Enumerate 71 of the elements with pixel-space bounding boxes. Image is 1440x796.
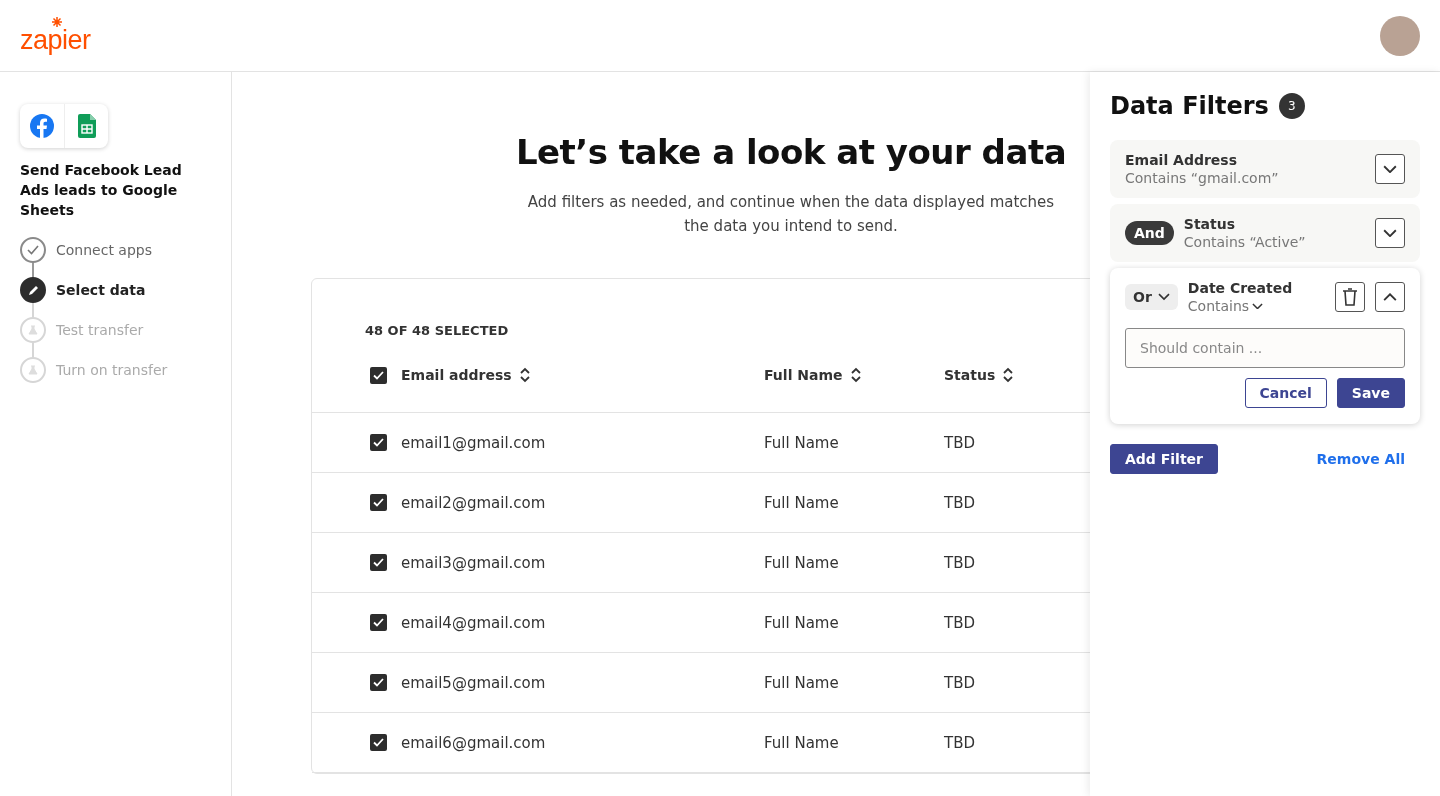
expand-button[interactable] [1375,154,1405,184]
expand-button[interactable] [1375,218,1405,248]
filter-condition: Contains “Active” [1183,234,1307,250]
checkmark-icon [373,558,384,567]
table-cell: Full Name [764,613,839,632]
checkmark-icon [373,498,384,507]
column-header[interactable]: Full Name [764,367,843,383]
spreadsheet-icon [77,114,96,138]
facebook-icon [30,114,54,138]
table-cell: email2@gmail.com [401,493,546,512]
table-cell: email3@gmail.com [401,553,546,572]
step-label[interactable]: Connect apps [56,242,152,258]
step-label[interactable]: Select data [56,282,146,298]
chevron-down-icon [1383,228,1397,238]
checkmark-icon [373,438,384,447]
workflow-title: Send Facebook Lead Ads leads to Google Sheets [20,161,183,220]
table-cell: TBD [944,673,975,692]
filter-condition: Contains “gmail.com” [1125,170,1280,186]
table-cell: email5@gmail.com [401,673,546,692]
row-checkbox[interactable] [370,494,387,511]
filter-field: Email Address [1125,152,1365,168]
panel-title: Data Filters [1110,92,1269,120]
trash-icon [1342,288,1358,306]
filter-field: Date Created [1187,280,1325,296]
table-cell: TBD [944,613,975,632]
column-header[interactable]: Email address [401,367,512,383]
table-cell: email6@gmail.com [401,733,546,752]
chevron-down-icon [1252,302,1264,310]
filter-count-badge: 3 [1278,93,1305,119]
cancel-button[interactable]: Cancel [1244,378,1327,408]
table-cell: Full Name [764,673,839,692]
selection-count: 48 OF 48 SELECTED [364,323,510,338]
table-cell: Full Name [764,433,839,452]
table-cell: Full Name [764,553,839,572]
row-checkbox[interactable] [370,554,387,571]
row-checkbox[interactable] [370,734,387,751]
sort-icon[interactable] [850,367,861,383]
row-checkbox[interactable] [370,434,387,451]
save-button[interactable]: Save [1336,378,1405,408]
table-cell: email1@gmail.com [401,433,546,452]
connector-dropdown[interactable]: Or [1125,284,1178,310]
chevron-down-icon [1157,293,1170,301]
table-cell: TBD [944,493,975,512]
checkmark-icon [373,618,384,627]
page-subtitle: Add filters as needed, and continue when the data displayed matches the data you intend to send. [526,192,1056,237]
checkmark-icon [373,738,384,747]
sort-icon[interactable] [1003,367,1014,383]
checkmark-icon [373,370,384,380]
table-cell: TBD [944,553,975,572]
row-checkbox[interactable] [370,614,387,631]
collapse-button[interactable] [1375,282,1405,312]
connector-tag: And [1125,221,1174,245]
chevron-down-icon [1383,164,1397,174]
table-cell: TBD [944,733,975,752]
chevron-up-icon [1383,292,1397,302]
page-heading: Let’s take a look at your data [515,132,1067,172]
table-cell: email4@gmail.com [401,613,546,632]
table-cell: Full Name [764,493,839,512]
filter-value-input[interactable]: Should contain ... [1125,328,1405,368]
column-header[interactable]: Status [944,367,996,383]
remove-all-link[interactable]: Remove All [1316,451,1405,467]
checkmark-icon [373,678,384,687]
table-cell: Full Name [764,733,839,752]
sort-icon[interactable] [519,367,530,383]
filter-field: Status [1183,216,1365,232]
add-filter-button[interactable]: Add Filter [1110,444,1218,474]
condition-dropdown[interactable]: Contains [1187,298,1325,314]
select-all-checkbox[interactable] [370,366,387,384]
row-checkbox[interactable] [370,674,387,691]
delete-button[interactable] [1335,282,1365,312]
table-cell: TBD [944,433,975,452]
